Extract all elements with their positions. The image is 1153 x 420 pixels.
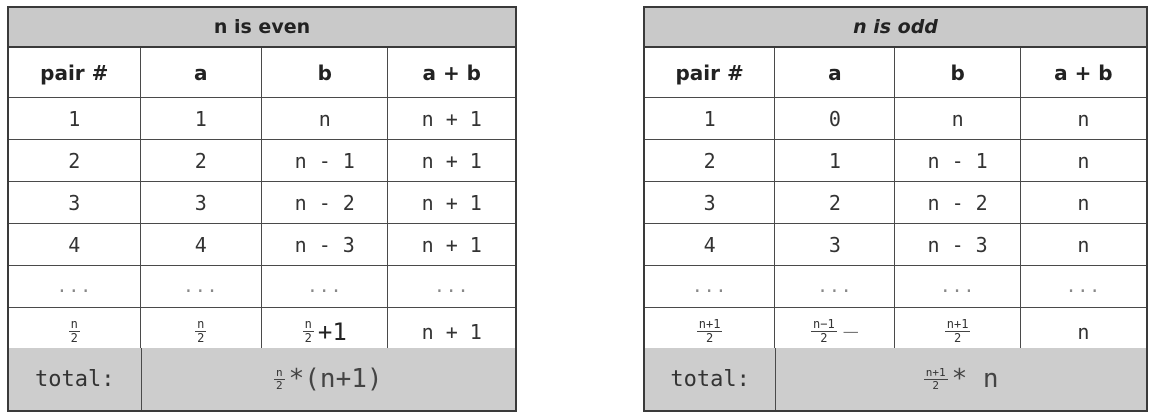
denominator: 2 — [820, 331, 828, 345]
denominator: 2 — [70, 331, 78, 345]
cell-b: n — [262, 98, 389, 139]
numerator: n — [68, 317, 80, 332]
total-expression: n2 *(n+1) — [142, 348, 515, 410]
header-a: a — [775, 48, 896, 97]
cell-b: n - 1 — [262, 140, 389, 181]
cell-pair: 1 — [9, 98, 141, 139]
table-row: 4 4 n - 3 n + 1 — [9, 224, 515, 266]
cell-a: 0 — [775, 98, 896, 139]
numerator: n−1 — [811, 317, 837, 332]
cell-b: n - 2 — [262, 182, 389, 223]
cell-a: 3 — [141, 182, 262, 223]
fraction: n2 — [195, 317, 207, 345]
table-row-ellipsis: ... ... ... ... — [9, 266, 515, 308]
cell-sum: n — [1077, 232, 1090, 257]
total-expression-rest: * n — [951, 364, 999, 394]
total-label: total: — [645, 348, 777, 410]
numerator: n — [195, 317, 207, 332]
plus-one: +1 — [317, 317, 347, 346]
fraction: n2 — [274, 365, 285, 392]
total-expression-rest: *(n+1) — [288, 364, 383, 394]
cell-a: 2 — [141, 140, 262, 181]
fraction: n+1 2 — [696, 317, 723, 345]
cell-sum: n + 1 — [421, 148, 482, 173]
fraction: n2 — [302, 317, 314, 345]
ellipsis: ... — [433, 276, 470, 297]
even-table-title: n is even — [9, 8, 515, 48]
cell-b: n - 3 — [895, 224, 1021, 265]
odd-table-title: n is odd — [645, 8, 1146, 48]
table-row: 3 2 n - 2 n — [645, 182, 1146, 224]
cell-a: 1 — [141, 98, 262, 139]
cell-sum: n — [1077, 106, 1090, 131]
table-row-ellipsis: ... ... ... ... — [645, 266, 1146, 308]
table-row: 2 2 n - 1 n + 1 — [9, 140, 515, 182]
denominator: 2 — [953, 331, 962, 345]
fraction: n−1 2 — [811, 318, 837, 345]
numerator: n+1 — [923, 365, 948, 380]
header-b: b — [262, 48, 389, 97]
odd-header-row: pair # a b a + b — [645, 48, 1146, 98]
numerator: n+1 — [696, 317, 723, 332]
denominator: 2 — [932, 378, 939, 392]
cell-sum: n + 1 — [421, 232, 482, 257]
cell-b: n — [895, 98, 1021, 139]
header-sum: a + b — [422, 60, 481, 85]
total-row: total: n+1 2 * n — [645, 348, 1146, 410]
table-row: 4 3 n - 3 n — [645, 224, 1146, 266]
denominator: 2 — [304, 331, 312, 345]
total-label: total: — [9, 348, 142, 410]
cell-b: n - 2 — [895, 182, 1021, 223]
denominator: 2 — [197, 331, 205, 345]
cell-a: 1 — [775, 140, 896, 181]
cell-b: n - 3 — [262, 224, 389, 265]
cell-a: 2 — [775, 182, 896, 223]
numerator: n+1 — [944, 317, 971, 332]
ellipsis: ... — [9, 266, 141, 307]
total-expression: n+1 2 * n — [776, 348, 1146, 410]
table-row: 1 1 n n + 1 — [9, 98, 515, 140]
cell-sum: n — [1077, 190, 1090, 215]
even-table: n is even pair # a b a + b 1 1 n n + 1 2… — [7, 6, 517, 412]
ellipsis: ... — [141, 266, 262, 307]
header-a: a — [141, 48, 262, 97]
table-row: 3 3 n - 2 n + 1 — [9, 182, 515, 224]
dash-mark: — — [842, 322, 859, 341]
numerator: n — [274, 365, 285, 380]
cell-pair: 3 — [645, 182, 776, 223]
cell-sum: n + 1 — [421, 190, 482, 215]
even-header-row: pair # a b a + b — [9, 48, 515, 98]
cell-pair: 3 — [9, 182, 141, 223]
table-row: 1 0 n n — [645, 98, 1146, 140]
fraction: n2 — [68, 317, 80, 345]
ellipsis: ... — [895, 266, 1021, 307]
denominator: 2 — [276, 378, 283, 392]
ellipsis: ... — [262, 266, 389, 307]
cell-pair: 2 — [9, 140, 141, 181]
ellipsis: ... — [1065, 276, 1102, 297]
table-row: 2 1 n - 1 n — [645, 140, 1146, 182]
cell-pair: 4 — [645, 224, 776, 265]
denominator: 2 — [706, 331, 714, 345]
fraction: n+1 2 — [944, 317, 971, 345]
cell-pair: 1 — [645, 98, 776, 139]
cell-b: n - 1 — [895, 140, 1021, 181]
fraction: n+1 2 — [923, 365, 948, 392]
header-pair: pair # — [645, 48, 776, 97]
header-b: b — [895, 48, 1021, 97]
numerator: n — [302, 317, 314, 332]
cell-pair: 2 — [645, 140, 776, 181]
cell-pair: 4 — [9, 224, 141, 265]
ellipsis: ... — [645, 266, 776, 307]
cell-sum: n + 1 — [421, 106, 482, 131]
cell-a: 4 — [141, 224, 262, 265]
header-pair: pair # — [9, 48, 141, 97]
cell-a: 3 — [775, 224, 896, 265]
ellipsis: ... — [775, 266, 896, 307]
cell-sum: n — [1077, 148, 1090, 173]
total-row: total: n2 *(n+1) — [9, 348, 515, 410]
header-sum: a + b — [1054, 60, 1113, 85]
odd-table: n is odd pair # a b a + b 1 0 n n 2 1 n … — [643, 6, 1148, 412]
